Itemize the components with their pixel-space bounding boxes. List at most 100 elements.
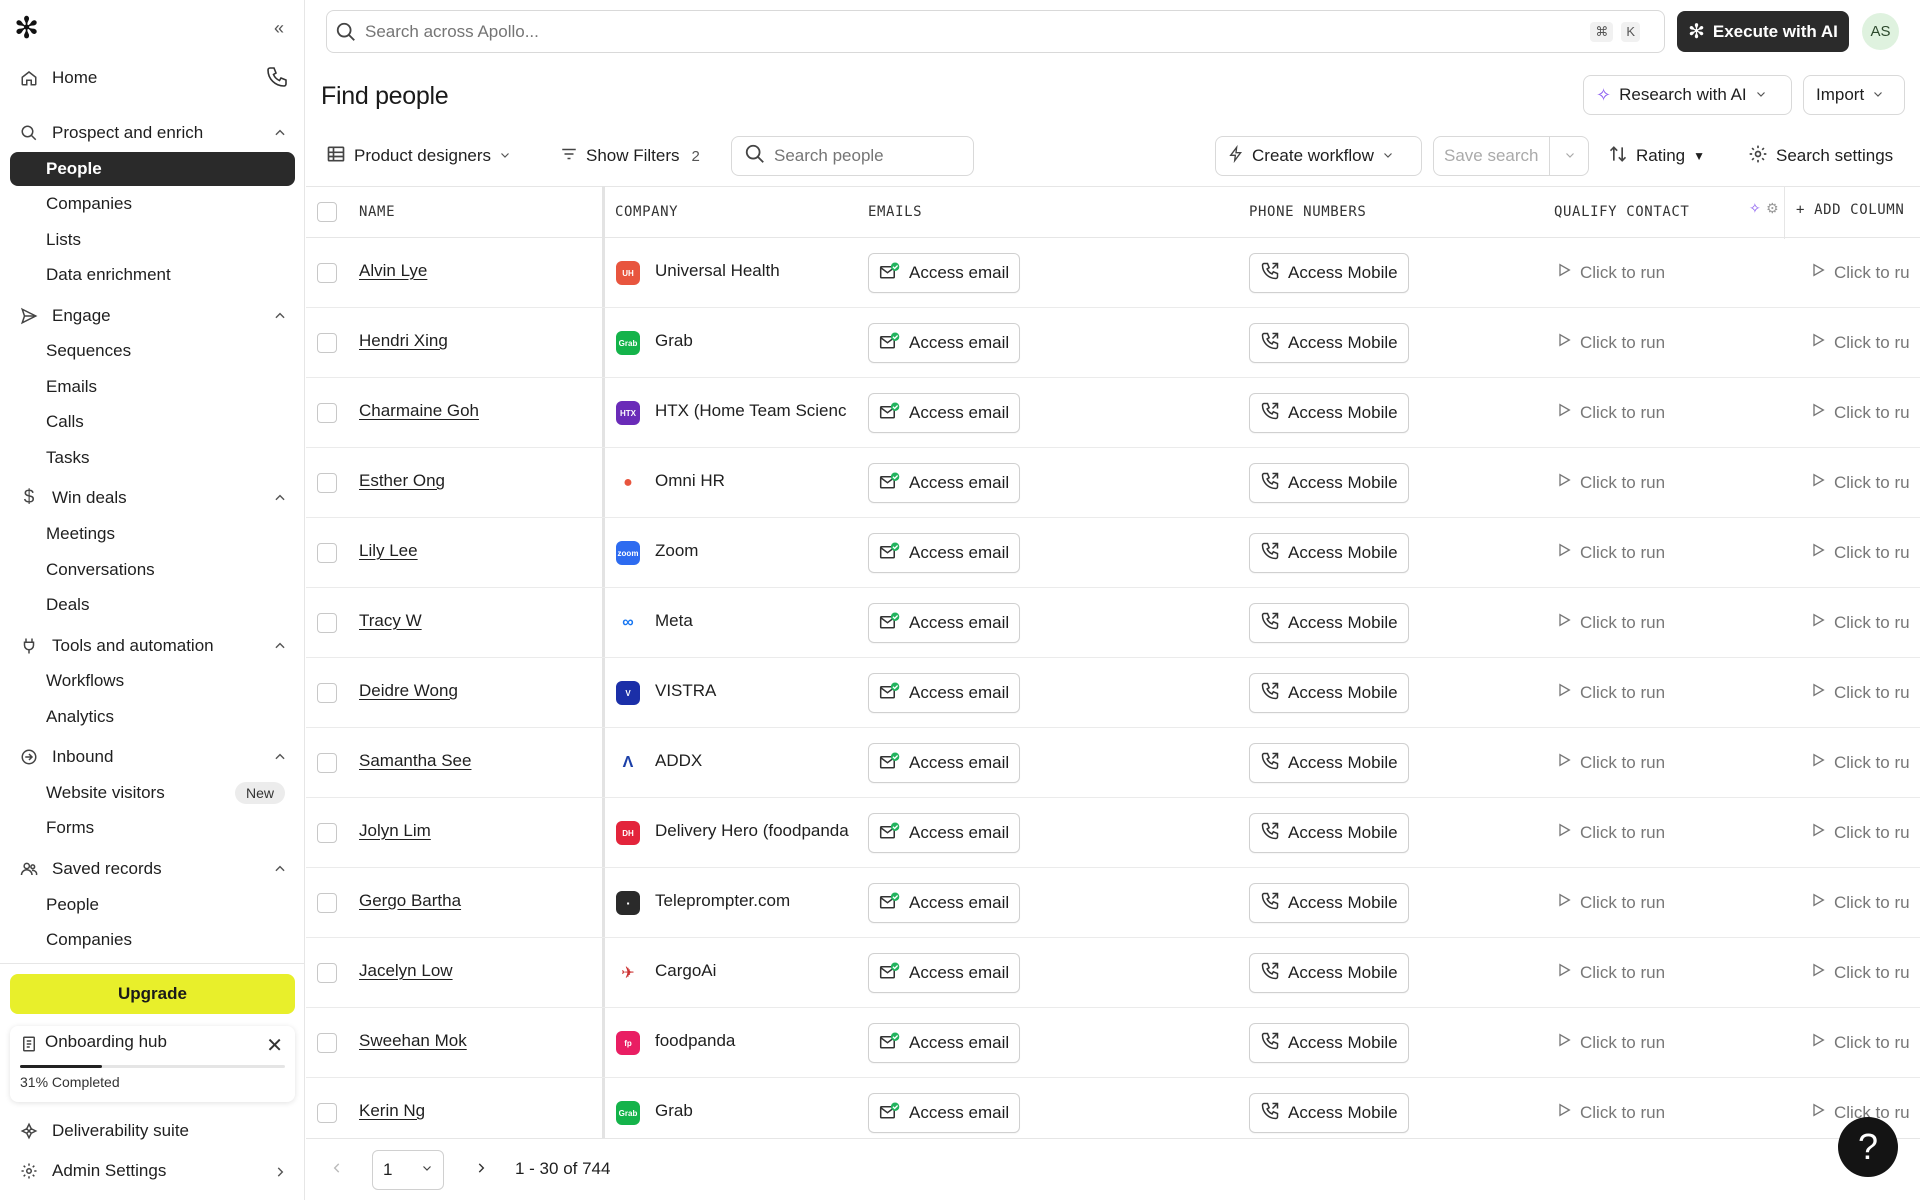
- row-checkbox[interactable]: [317, 543, 337, 563]
- sidebar-section-saved-records[interactable]: Saved records: [10, 852, 295, 886]
- row-checkbox[interactable]: [317, 893, 337, 913]
- sidebar-item-saved-companies[interactable]: Companies: [10, 923, 295, 957]
- row-checkbox[interactable]: [317, 473, 337, 493]
- table-row[interactable]: Samantha See Λ ADDX Access email Access Mobi…: [306, 728, 1920, 798]
- onboarding-hub-card[interactable]: Onboarding hub ✕ 31% Completed: [10, 1026, 295, 1102]
- collapse-sidebar-icon[interactable]: «: [274, 18, 284, 39]
- extra-column-click-to-run[interactable]: Click to ru: [1810, 611, 1910, 634]
- table-row[interactable]: Hendri Xing Grab Grab Access email Access Mo…: [306, 308, 1920, 378]
- access-email-button[interactable]: Access email: [868, 603, 1021, 643]
- row-checkbox[interactable]: [317, 683, 337, 703]
- table-row[interactable]: Jacelyn Low ✈ CargoAi Access email Access Mo…: [306, 938, 1920, 1008]
- sidebar-item-people[interactable]: People: [10, 152, 295, 186]
- company-name-link[interactable]: Grab: [655, 1101, 855, 1121]
- extra-column-click-to-run[interactable]: Click to ru: [1810, 681, 1910, 704]
- research-with-ai-button[interactable]: ✧ Research with AI: [1583, 75, 1792, 115]
- person-name-link[interactable]: Alvin Lye: [359, 261, 427, 281]
- access-mobile-button[interactable]: Access Mobile: [1249, 813, 1409, 853]
- access-email-button[interactable]: Access email: [868, 1093, 1021, 1133]
- access-mobile-button[interactable]: Access Mobile: [1249, 393, 1409, 433]
- qualify-click-to-run[interactable]: Click to run: [1556, 261, 1665, 284]
- extra-column-click-to-run[interactable]: Click to ru: [1810, 821, 1910, 844]
- access-mobile-button[interactable]: Access Mobile: [1249, 673, 1409, 713]
- show-filters-button[interactable]: Show Filters 2: [560, 136, 700, 176]
- sidebar-section-prospect[interactable]: Prospect and enrich: [10, 116, 295, 150]
- sidebar-section-inbound[interactable]: Inbound: [10, 740, 295, 774]
- chevron-left-icon[interactable]: [330, 1161, 344, 1180]
- table-row[interactable]: Sweehan Mok fp foodpanda Access email Access…: [306, 1008, 1920, 1078]
- sidebar-item-website-visitors[interactable]: Website visitors New: [10, 776, 295, 810]
- sidebar-item-emails[interactable]: Emails: [10, 370, 295, 404]
- person-name-link[interactable]: Samantha See: [359, 751, 471, 771]
- access-mobile-button[interactable]: Access Mobile: [1249, 323, 1409, 363]
- sidebar-item-deliverability[interactable]: Deliverability suite: [10, 1114, 295, 1148]
- row-checkbox[interactable]: [317, 263, 337, 283]
- global-search-input[interactable]: [365, 21, 1591, 42]
- row-checkbox[interactable]: [317, 333, 337, 353]
- table-row[interactable]: Alvin Lye UH Universal Health Access email A…: [306, 238, 1920, 308]
- add-column-button[interactable]: + ADD COLUMN: [1796, 202, 1904, 218]
- sidebar-item-sequences[interactable]: Sequences: [10, 334, 295, 368]
- sidebar-item-calls[interactable]: Calls: [10, 405, 295, 439]
- gear-icon[interactable]: ⚙: [1766, 200, 1779, 217]
- extra-column-click-to-run[interactable]: Click to ru: [1810, 751, 1910, 774]
- list-view-selector[interactable]: Product designers: [326, 136, 511, 176]
- row-checkbox[interactable]: [317, 1033, 337, 1053]
- qualify-click-to-run[interactable]: Click to run: [1556, 681, 1665, 704]
- row-checkbox[interactable]: [317, 963, 337, 983]
- access-email-button[interactable]: Access email: [868, 463, 1021, 503]
- access-mobile-button[interactable]: Access Mobile: [1249, 953, 1409, 993]
- company-name-link[interactable]: VISTRA: [655, 681, 855, 701]
- access-email-button[interactable]: Access email: [868, 323, 1021, 363]
- extra-column-click-to-run[interactable]: Click to ru: [1810, 401, 1910, 424]
- table-row[interactable]: Kerin Ng Grab Grab Access email Access Mobil…: [306, 1078, 1920, 1138]
- search-settings-button[interactable]: Search settings: [1748, 136, 1893, 176]
- save-search-button[interactable]: Save search: [1433, 136, 1589, 176]
- access-email-button[interactable]: Access email: [868, 743, 1021, 783]
- column-header-emails[interactable]: EMAILS: [868, 204, 922, 220]
- access-email-button[interactable]: Access email: [868, 883, 1021, 923]
- person-name-link[interactable]: Esther Ong: [359, 471, 445, 491]
- upgrade-button[interactable]: Upgrade: [10, 974, 295, 1014]
- avatar[interactable]: AS: [1862, 13, 1899, 50]
- access-email-button[interactable]: Access email: [868, 673, 1021, 713]
- person-name-link[interactable]: Lily Lee: [359, 541, 418, 561]
- close-icon[interactable]: ✕: [266, 1033, 283, 1058]
- qualify-click-to-run[interactable]: Click to run: [1556, 541, 1665, 564]
- company-name-link[interactable]: Grab: [655, 331, 855, 351]
- access-email-button[interactable]: Access email: [868, 533, 1021, 573]
- table-row[interactable]: Jolyn Lim DH Delivery Hero (foodpanda Acces…: [306, 798, 1920, 868]
- sidebar-section-win-deals[interactable]: $ Win deals: [10, 481, 295, 515]
- person-name-link[interactable]: Hendri Xing: [359, 331, 448, 351]
- company-name-link[interactable]: CargoAi: [655, 961, 855, 981]
- person-name-link[interactable]: Jolyn Lim: [359, 821, 431, 841]
- sidebar-item-conversations[interactable]: Conversations: [10, 553, 295, 587]
- sidebar-item-lists[interactable]: Lists: [10, 223, 295, 257]
- execute-with-ai-button[interactable]: ✻ Execute with AI: [1677, 11, 1849, 52]
- access-email-button[interactable]: Access email: [868, 393, 1021, 433]
- person-name-link[interactable]: Charmaine Goh: [359, 401, 479, 421]
- access-mobile-button[interactable]: Access Mobile: [1249, 743, 1409, 783]
- sort-rating-button[interactable]: Rating ▼: [1608, 136, 1705, 176]
- table-row[interactable]: Esther Ong ● Omni HR Access email Access Mob…: [306, 448, 1920, 518]
- access-mobile-button[interactable]: Access Mobile: [1249, 463, 1409, 503]
- row-checkbox[interactable]: [317, 1103, 337, 1123]
- extra-column-click-to-run[interactable]: Click to ru: [1810, 1031, 1910, 1054]
- table-row[interactable]: Lily Lee zoom Zoom Access email Access Mobil…: [306, 518, 1920, 588]
- qualify-click-to-run[interactable]: Click to run: [1556, 1101, 1665, 1124]
- table-row[interactable]: Deidre Wong V VISTRA Access email Access Mob…: [306, 658, 1920, 728]
- sidebar-item-workflows[interactable]: Workflows: [10, 664, 295, 698]
- search-people-field[interactable]: [731, 136, 974, 176]
- access-mobile-button[interactable]: Access Mobile: [1249, 603, 1409, 643]
- company-name-link[interactable]: Teleprompter.com: [655, 891, 855, 911]
- access-mobile-button[interactable]: Access Mobile: [1249, 253, 1409, 293]
- qualify-click-to-run[interactable]: Click to run: [1556, 331, 1665, 354]
- person-name-link[interactable]: Sweehan Mok: [359, 1031, 467, 1051]
- page-select[interactable]: 1: [372, 1150, 444, 1190]
- row-checkbox[interactable]: [317, 613, 337, 633]
- extra-column-click-to-run[interactable]: Click to ru: [1810, 471, 1910, 494]
- import-button[interactable]: Import: [1803, 75, 1905, 115]
- select-all-checkbox[interactable]: [317, 202, 337, 222]
- company-name-link[interactable]: ADDX: [655, 751, 855, 771]
- qualify-click-to-run[interactable]: Click to run: [1556, 891, 1665, 914]
